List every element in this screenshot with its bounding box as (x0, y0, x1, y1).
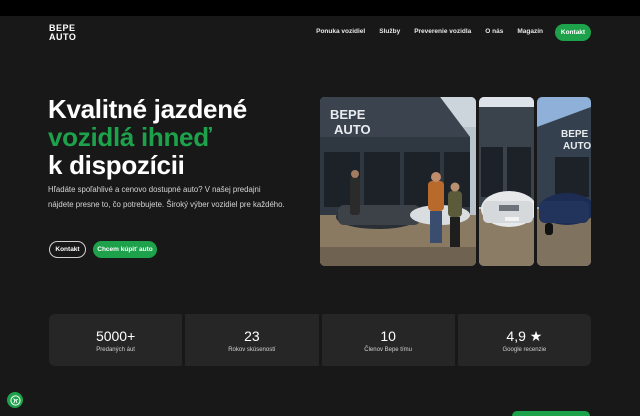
blue-car-image: BEPE AUTO (537, 97, 591, 266)
logo-line-2: AUTO (49, 32, 77, 42)
stat-label: Členov Bepe tímu (364, 347, 412, 353)
stat-years-experience: 23 Rokov skúseností (185, 314, 319, 366)
hero-title: Kvalitné jazdené vozidlá ihneď k dispozí… (48, 95, 308, 179)
stat-value: 23 (244, 328, 260, 344)
photo-blue-car: BEPE AUTO (537, 97, 591, 266)
accessibility-button[interactable] (7, 392, 23, 408)
accessibility-icon (9, 394, 21, 406)
hero-buy-car-button[interactable]: Chcem kúpiť auto (93, 241, 157, 258)
navbar: BEPE AUTO Ponuka vozidiel Služby Prevere… (0, 16, 640, 50)
photo-white-sedan (479, 97, 534, 266)
blue-car-sign-line-2: AUTO (563, 141, 591, 152)
stat-google-reviews: 4,9 ★ Google recenzie (457, 314, 591, 366)
stat-team-members: 10 Členov Bepe tímu (321, 314, 455, 366)
stat-value: 10 (380, 328, 396, 344)
nav-link-preverenie-vozidla[interactable]: Preverenie vozidla (414, 28, 471, 35)
hero-title-line-1: Kvalitné jazdené (48, 94, 247, 124)
nav-link-sluzby[interactable]: Služby (379, 28, 400, 35)
showroom-sign-line-1: BEPE (330, 107, 366, 122)
stat-label: Predaných áut (96, 347, 135, 353)
hero-title-line-3: k dispozícii (48, 150, 185, 180)
top-band (0, 0, 640, 16)
nav-link-o-nas[interactable]: O nás (485, 28, 503, 35)
nav-links: Ponuka vozidiel Služby Preverenie vozidl… (316, 28, 543, 35)
white-sedan-image (479, 97, 534, 266)
next-section-peek (512, 411, 590, 416)
nav-link-magazin[interactable]: Magazín (517, 28, 543, 35)
stats-bar: 5000+ Predaných áut 23 Rokov skúseností … (49, 314, 591, 366)
stat-cars-sold: 5000+ Predaných áut (49, 314, 183, 366)
nav-contact-button[interactable]: Kontakt (555, 24, 591, 41)
stat-label: Google recenzie (502, 347, 547, 353)
photo-showroom-team: BEPE AUTO (320, 97, 476, 266)
stat-label: Rokov skúseností (228, 347, 276, 353)
hero-title-line-2: vozidlá ihneď (48, 122, 212, 152)
nav-link-ponuka-vozidiel[interactable]: Ponuka vozidiel (316, 28, 365, 35)
blue-car-sign-line-1: BEPE (561, 129, 589, 140)
hero-description: Hľadáte spoľahlivé a cenovo dostupné aut… (48, 185, 285, 209)
showroom-team-image: BEPE AUTO (320, 97, 476, 266)
logo[interactable]: BEPE AUTO (49, 24, 76, 42)
stat-value: 4,9 ★ (506, 328, 543, 344)
stat-value: 5000+ (95, 328, 136, 344)
hero-contact-button[interactable]: Kontakt (49, 241, 86, 258)
showroom-sign-line-2: AUTO (334, 122, 371, 137)
